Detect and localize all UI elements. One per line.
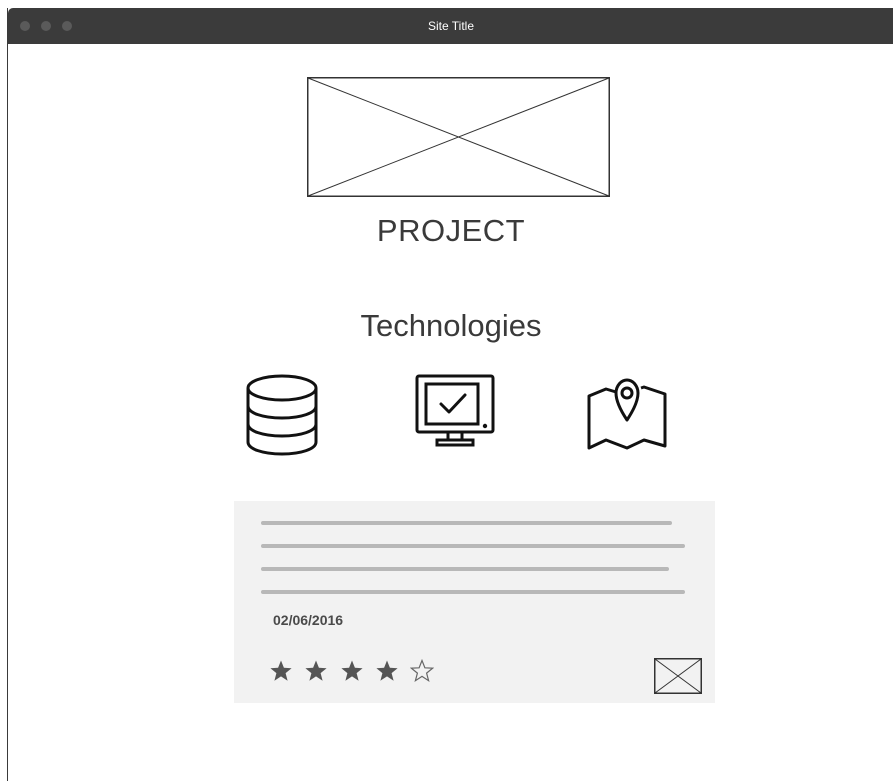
star-filled-icon[interactable] [375,659,399,683]
monitor-check-icon [415,374,495,447]
project-title: PROJECT [376,213,526,248]
browser-window: Site Title PROJECT Technologies 02/06/20… [7,8,893,781]
image-placeholder-icon [307,77,610,197]
text-line-placeholder [261,590,685,594]
text-line-placeholder [261,521,672,525]
project-card: 02/06/2016 [234,501,715,703]
star-filled-icon[interactable] [304,659,328,683]
window-titlebar: Site Title [8,8,893,44]
star-filled-icon[interactable] [340,659,364,683]
text-line-placeholder [261,567,669,571]
star-empty-icon[interactable] [410,659,434,683]
star-filled-icon[interactable] [269,659,293,683]
technologies-heading: Technologies [360,308,542,343]
map-pin-icon [587,378,667,450]
image-placeholder-icon [654,658,702,694]
text-line-placeholder [261,544,685,548]
site-title: Site Title [427,19,475,33]
card-date: 02/06/2016 [273,612,344,628]
database-icon [246,374,318,456]
